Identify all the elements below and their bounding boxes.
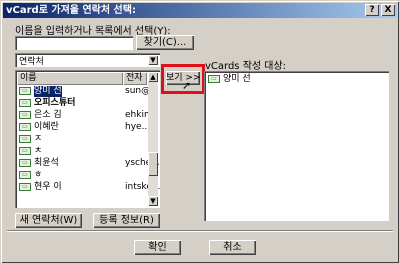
scrollbar-thumb[interactable] bbox=[148, 152, 158, 176]
contact-name: 은소 김 bbox=[34, 110, 62, 120]
title-bar: vCard로 가져올 연락처 선택: ? X bbox=[3, 3, 397, 18]
mouse-pointer-icon: ➚ bbox=[182, 79, 192, 92]
contact-card-icon: ▭ bbox=[19, 111, 31, 119]
contact-card-icon: ▭ bbox=[19, 99, 31, 107]
target-label: vCards 작성 대상: bbox=[205, 61, 287, 72]
properties-button[interactable]: 등록 정보(R) bbox=[93, 213, 160, 228]
contact-list-scrollbar[interactable]: ▲ ▼ bbox=[148, 72, 158, 206]
contact-card-icon: ▭ bbox=[19, 123, 31, 131]
contact-card-icon: ▭ bbox=[208, 75, 220, 83]
contact-name: ㅎ bbox=[34, 170, 43, 180]
contact-name: 최윤석 bbox=[34, 158, 59, 168]
separator bbox=[7, 230, 393, 232]
contact-list[interactable]: 이름 전자 ▭ 양미 선 sun@ ▭ 오피스튜터 ▭ 은소 김 ehkim ▭… bbox=[15, 70, 160, 208]
contact-card-icon: ▭ bbox=[19, 147, 31, 155]
contact-card-icon: ▭ bbox=[19, 135, 31, 143]
close-button[interactable]: X bbox=[381, 4, 395, 16]
list-item[interactable]: ▭ ㅊ bbox=[17, 146, 157, 157]
cancel-button[interactable]: 취소 bbox=[209, 240, 256, 255]
chevron-down-icon[interactable]: ▼ bbox=[148, 55, 158, 65]
source-select-value: 연락처 bbox=[19, 57, 44, 67]
contact-card-icon: ▭ bbox=[19, 183, 31, 191]
contact-card-icon: ▭ bbox=[19, 87, 31, 95]
search-input[interactable] bbox=[15, 36, 133, 50]
ok-button[interactable]: 확인 bbox=[134, 240, 181, 255]
scroll-up-icon[interactable]: ▲ bbox=[148, 72, 158, 82]
list-item[interactable]: ▭ 이혜란 hye... bbox=[17, 122, 157, 133]
source-select[interactable]: 연락처 ▼ bbox=[15, 53, 160, 67]
list-item[interactable]: ▭ 현우 이 intske... bbox=[17, 182, 160, 193]
list-item[interactable]: ▭ 은소 김 ehkim bbox=[17, 110, 157, 121]
list-item[interactable]: ▭ 양미 선 bbox=[206, 74, 326, 85]
contact-email: sun@ bbox=[125, 86, 151, 96]
list-item[interactable]: ▭ ㅈ bbox=[17, 134, 157, 145]
contact-card-icon: ▭ bbox=[19, 159, 31, 167]
dialog-window: vCard로 가져올 연락처 선택: ? X 이름을 입력하거나 목록에서 선택… bbox=[0, 0, 400, 264]
list-item[interactable]: ▭ 양미 선 sun@ bbox=[17, 86, 157, 97]
find-button[interactable]: 찾기(C)... bbox=[136, 35, 194, 50]
target-contact-name: 양미 선 bbox=[223, 74, 251, 84]
column-header-name[interactable]: 이름 bbox=[17, 72, 123, 85]
contact-email: hye... bbox=[125, 122, 151, 132]
contact-name: 양미 선 bbox=[34, 86, 62, 97]
list-item[interactable]: ▭ 오피스튜터 bbox=[17, 98, 157, 109]
target-list[interactable]: ▭ 양미 선 bbox=[204, 71, 389, 221]
scroll-down-icon[interactable]: ▼ bbox=[148, 196, 158, 206]
contact-name: 현우 이 bbox=[34, 182, 62, 192]
new-contact-button[interactable]: 새 연락처(W) bbox=[15, 213, 82, 228]
contact-name: 이혜란 bbox=[34, 122, 59, 132]
contact-name: ㅈ bbox=[34, 134, 43, 144]
contact-card-icon: ▭ bbox=[19, 171, 31, 179]
window-title: vCard로 가져올 연락처 선택: bbox=[6, 5, 136, 16]
contact-name: 오피스튜터 bbox=[34, 98, 76, 108]
list-item[interactable]: ▭ 최윤석 ysche... bbox=[17, 158, 160, 169]
contact-name: ㅊ bbox=[34, 146, 43, 156]
column-header-email[interactable]: 전자 bbox=[123, 72, 147, 85]
list-item[interactable]: ▭ ㅎ bbox=[17, 170, 157, 181]
help-button[interactable]: ? bbox=[365, 4, 379, 16]
